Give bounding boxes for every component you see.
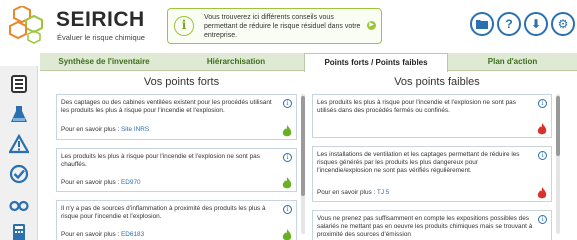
card-info-icon[interactable]: i (538, 215, 547, 224)
tab-hierarchisation[interactable]: Hiérarchisation (168, 53, 304, 71)
weak-points-title: Vos points faibles (394, 76, 480, 88)
strong-point-link-row: Pour en savoir plus : ED970 (61, 179, 141, 186)
flask-icon[interactable] (9, 104, 29, 124)
strong-points-panel: Vos points forts Des captages ou des cab… (56, 74, 307, 240)
green-flame-icon (282, 229, 292, 240)
calculator-icon[interactable] (9, 222, 29, 240)
strong-point-text: Des captages ou des cabines ventilées ex… (61, 99, 272, 114)
weak-point-text: Les produits les plus à risque pour l'in… (317, 99, 516, 114)
header: SEIRICH Évaluer le risque chimique i Vou… (0, 0, 577, 52)
help-button[interactable]: ? (497, 12, 521, 36)
download-button[interactable]: ⬇ (524, 12, 548, 36)
strong-point-card: Les produits les plus à risque pour l'in… (56, 148, 297, 192)
binoculars-icon[interactable] (9, 194, 29, 214)
scrollbar-thumb[interactable] (301, 96, 305, 196)
card-info-icon[interactable]: i (283, 99, 292, 108)
info-arrow-icon[interactable]: ▶ (367, 21, 376, 30)
green-flame-icon (282, 177, 292, 189)
learn-more-link[interactable]: ED6183 (121, 231, 144, 238)
app-subtitle: Évaluer le risque chimique (57, 33, 145, 42)
help-icon: ? (505, 17, 513, 31)
open-folder-button[interactable] (470, 12, 494, 36)
strong-point-text: Il n'y a pas de sources d'inflammation à… (61, 205, 266, 220)
settings-icon: ⚙ (557, 17, 569, 31)
download-icon: ⬇ (530, 17, 542, 31)
settings-button[interactable]: ⚙ (551, 12, 575, 36)
card-info-icon[interactable]: i (538, 151, 547, 160)
card-info-icon[interactable]: i (283, 205, 292, 214)
weak-points-panel: Vos points faibles Les produits les plus… (312, 74, 562, 240)
info-banner: i Vous trouverez ici différents conseils… (167, 8, 382, 44)
weak-point-card: Les produits les plus à risque pour l'in… (312, 94, 552, 138)
weak-point-card: Les installations de ventilation et les … (312, 146, 552, 202)
link-prefix: Pour en savoir plus : (61, 126, 122, 133)
link-prefix: Pour en savoir plus : (61, 231, 122, 238)
learn-more-link[interactable]: TJ 5 (377, 189, 389, 196)
seirich-logo-icon (9, 6, 43, 44)
learn-more-link[interactable]: ED970 (121, 179, 141, 186)
weak-point-text: Vous ne prenez pas suffisamment en compt… (317, 215, 533, 238)
tab-points-forts-faibles[interactable]: Points forts / Points faibles (304, 53, 448, 72)
card-info-icon[interactable]: i (283, 153, 292, 162)
red-flame-icon (537, 187, 547, 199)
strong-point-text: Les produits les plus à risque pour l'in… (61, 153, 260, 168)
strong-points-list: Des captages ou des cabines ventilées ex… (56, 92, 297, 240)
weak-points-list: Les produits les plus à risque pour l'in… (312, 92, 552, 240)
tab-bar: Synthèse de l'inventaire Hiérarchisation… (40, 53, 577, 72)
info-text: Vous trouverez ici différents conseils v… (204, 14, 361, 39)
weak-point-text: Les installations de ventilation et les … (317, 151, 520, 174)
left-icon-rail (0, 66, 38, 240)
strong-point-link-row: Pour en savoir plus : ED6183 (61, 231, 144, 238)
strong-points-scrollbar[interactable] (301, 94, 305, 234)
weak-points-scrollbar[interactable] (556, 94, 560, 234)
strong-point-link-row: Pour en savoir plus : Site INRS (61, 126, 149, 133)
strong-points-title: Vos points forts (143, 76, 220, 88)
strong-point-card: Il n'y a pas de sources d'inflammation à… (56, 200, 297, 240)
green-flame-icon (282, 125, 292, 137)
learn-more-link[interactable]: Site INRS (121, 126, 149, 133)
strong-point-card: Des captages ou des cabines ventilées ex… (56, 94, 297, 140)
inventory-icon[interactable] (9, 74, 29, 94)
weak-point-link-row: Pour en savoir plus : TJ 5 (317, 189, 389, 196)
red-flame-icon (537, 123, 547, 135)
link-prefix: Pour en savoir plus : (61, 179, 122, 186)
weak-point-card: Vous ne prenez pas suffisamment en compt… (312, 210, 552, 240)
check-icon[interactable] (9, 164, 29, 184)
tab-plan-action[interactable]: Plan d'action (448, 53, 577, 71)
folder-icon (476, 20, 488, 29)
info-icon: i (174, 16, 194, 36)
app-title: SEIRICH (56, 8, 145, 31)
link-prefix: Pour en savoir plus : (317, 189, 377, 196)
scrollbar-thumb[interactable] (556, 96, 560, 156)
tab-synthese[interactable]: Synthèse de l'inventaire (40, 53, 168, 71)
warning-icon[interactable] (9, 134, 29, 154)
card-info-icon[interactable]: i (538, 99, 547, 108)
